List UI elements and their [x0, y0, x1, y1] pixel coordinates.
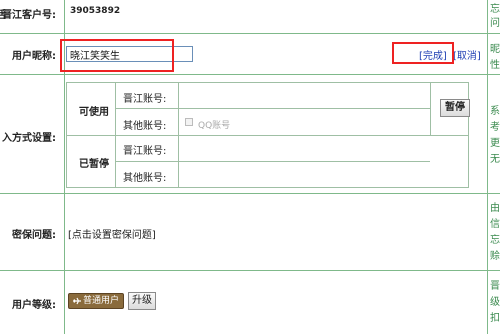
grid-line [430, 83, 431, 135]
other-account-label: 其他账号: [123, 173, 167, 184]
pause-button[interactable]: 暂停 [440, 99, 470, 117]
grid-line [0, 270, 500, 271]
right-column-text: 由 [490, 203, 500, 214]
right-column-text: 无 [490, 154, 500, 165]
right-column-text: 系 [490, 106, 500, 117]
qq-account-checkbox[interactable] [185, 118, 193, 126]
right-column-text: 扣 [490, 313, 500, 324]
login-method-table: 可使用 已暂停 晋江账号: 其他账号: QQ账号 晋江账号: 其他账号: 暂停 [66, 82, 470, 188]
customer-id-label: 晋江客户号: [2, 10, 56, 21]
usable-label: 可使用 [79, 107, 109, 118]
security-question-label: 密保问题: [12, 230, 56, 241]
right-column-text: 问 [490, 18, 500, 29]
customer-id-value: 39053892 [70, 6, 121, 16]
grid-line [0, 193, 500, 194]
right-column-text: 更 [490, 138, 500, 149]
other-account-label: 其他账号: [123, 121, 167, 132]
jj-account-label: 晋江账号: [123, 146, 167, 157]
account-settings-table: 舌 晋江客户号: 39053892 用户昵称: [完成] [取消] 入方式设置:… [0, 0, 500, 334]
right-column-text: 级 [490, 297, 500, 308]
plane-icon [73, 297, 81, 305]
right-column-text: 晋 [490, 281, 500, 292]
user-level-badge-label: 普通用户 [83, 296, 120, 306]
nickname-label: 用户昵称: [12, 51, 56, 62]
right-column-text: 忘 [490, 4, 500, 15]
done-link-highlight [392, 42, 454, 64]
grid-line [487, 0, 488, 334]
right-column-text: 忘 [490, 235, 500, 246]
cancel-link[interactable]: [取消] [453, 47, 481, 62]
login-method-label: 入方式设置: [2, 133, 56, 144]
user-level-badge: 普通用户 [68, 293, 124, 309]
qq-account-label: QQ账号 [198, 121, 231, 131]
grid-line [115, 108, 430, 109]
grid-line [0, 33, 500, 34]
upgrade-button[interactable]: 升级 [128, 292, 156, 310]
right-column-text: 考 [490, 122, 500, 133]
set-security-question-link[interactable]: [点击设置密保问题] [68, 226, 156, 241]
grid-line [115, 161, 430, 162]
grid-line [67, 135, 468, 136]
nickname-highlight [60, 39, 174, 72]
right-column-text: 昵 [490, 44, 500, 55]
user-level-label: 用户等级: [12, 300, 56, 311]
right-column-text: 性 [490, 60, 500, 71]
grid-line [0, 74, 500, 75]
jj-account-label: 晋江账号: [123, 94, 167, 105]
right-column-text: 赊 [490, 251, 500, 262]
right-column-text: 信 [490, 219, 500, 230]
paused-label: 已暂停 [79, 159, 109, 170]
